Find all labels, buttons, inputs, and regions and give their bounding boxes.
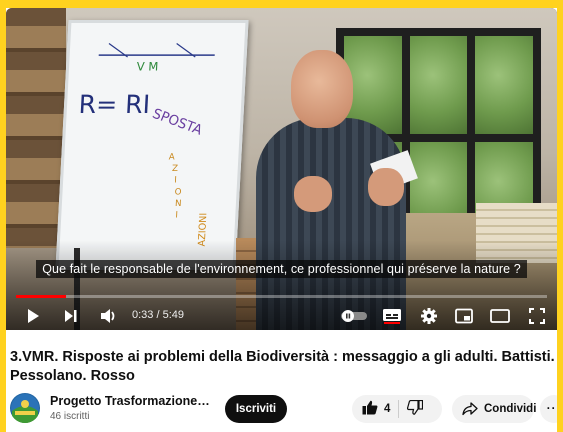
svg-text:I: I	[174, 176, 177, 186]
board-text-risposta: SPOSTA	[150, 106, 205, 139]
more-dots-icon: ···	[546, 403, 557, 415]
bookshelf	[6, 8, 66, 248]
share-label: Condividi	[484, 403, 537, 415]
video-player[interactable]: V M R= RI SPOSTA AZIONI A Z I O N I Que …	[6, 8, 557, 330]
thumbs-up-icon	[362, 400, 378, 418]
settings-gear-icon[interactable]	[418, 305, 440, 327]
svg-text:N: N	[175, 199, 182, 209]
subtitles-icon[interactable]	[381, 305, 403, 327]
thumbs-down-icon	[407, 399, 424, 418]
player-controls: 0:33 / 5:49	[6, 303, 557, 329]
dislike-button[interactable]	[407, 399, 424, 418]
time-display: 0:33 / 5:49	[132, 309, 184, 321]
like-button[interactable]: 4	[352, 395, 390, 423]
autoplay-toggle[interactable]	[340, 305, 368, 327]
next-icon[interactable]	[60, 305, 82, 327]
like-count: 4	[384, 403, 391, 415]
theater-mode-icon[interactable]	[489, 305, 511, 327]
subtitle-caption: Que fait le responsable de l'environneme…	[6, 260, 557, 278]
whiteboard-writing: V M R= RI SPOSTA AZIONI A Z I O N I	[78, 43, 215, 247]
subscriber-count: 46 iscritti	[50, 411, 90, 422]
board-text-equation: R= RI	[78, 90, 151, 119]
play-icon[interactable]	[22, 305, 44, 327]
miniplayer-icon[interactable]	[453, 305, 475, 327]
progress-played	[16, 295, 66, 298]
share-button[interactable]: Condividi	[452, 395, 537, 423]
video-page: V M R= RI SPOSTA AZIONI A Z I O N I Que …	[6, 8, 557, 432]
video-frame: V M R= RI SPOSTA AZIONI A Z I O N I	[6, 8, 557, 330]
subscribe-button[interactable]: Iscriviti	[225, 395, 287, 423]
svg-text:I: I	[175, 211, 178, 221]
fullscreen-icon[interactable]	[526, 305, 548, 327]
speaker-head	[291, 50, 353, 128]
volume-icon[interactable]	[98, 305, 120, 327]
more-actions-button[interactable]: ···	[540, 395, 557, 423]
like-dislike-group: 4	[352, 395, 442, 423]
whiteboard: V M R= RI SPOSTA AZIONI A Z I O N I	[55, 20, 249, 270]
video-title: 3.VMR. Risposte ai problemi della Biodiv…	[10, 349, 555, 384]
channel-avatar[interactable]	[10, 393, 40, 423]
channel-name[interactable]: Progetto Trasformazione ...	[50, 394, 210, 408]
svg-text:A: A	[168, 153, 175, 163]
channel-row: Progetto Trasformazione ... 46 iscritti …	[10, 393, 557, 427]
board-text-top: V M	[136, 60, 158, 74]
divider	[398, 400, 400, 418]
subtitle-text: Que fait le responsable de l'environneme…	[36, 260, 527, 278]
share-arrow-icon	[462, 402, 478, 416]
svg-text:O: O	[174, 187, 182, 197]
svg-text:Z: Z	[172, 164, 179, 174]
progress-bar[interactable]	[16, 295, 547, 298]
